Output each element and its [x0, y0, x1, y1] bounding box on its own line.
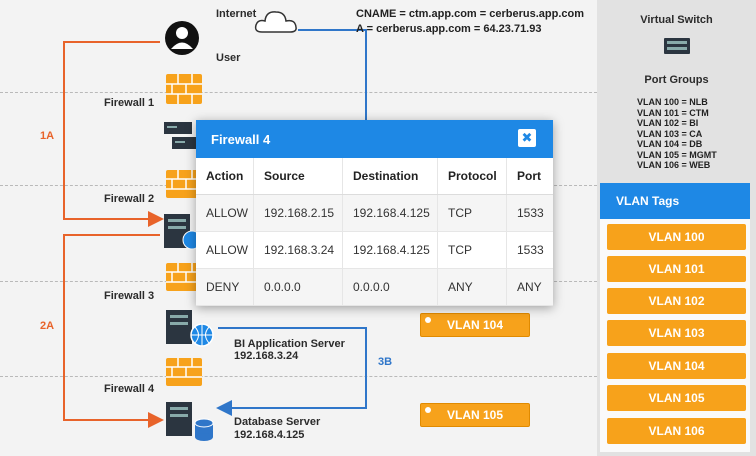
firewall-rules-table: Action Source Destination Protocol Port … [196, 158, 553, 306]
port-group-item: VLAN 101 = CTM [637, 107, 709, 118]
cell-action: DENY [196, 268, 254, 306]
vlan-tag-103[interactable]: VLAN 103 [607, 320, 746, 346]
firewall-rules-dialog: Firewall 4 ✖ Action Source Destination P… [196, 120, 553, 306]
cell-source: 192.168.2.15 [253, 194, 343, 232]
column-header-source: Source [253, 158, 343, 195]
table-row[interactable]: ALLOW 192.168.2.15 192.168.4.125 TCP 153… [196, 194, 553, 232]
cell-protocol: ANY [437, 268, 507, 306]
dialog-title: Firewall 4 [211, 132, 271, 147]
bi-app-server-name: BI Application Server [234, 338, 345, 350]
port-groups-list: VLAN 100 = NLB VLAN 101 = CTM VLAN 102 =… [637, 97, 717, 171]
vlan-tag-105[interactable]: VLAN 105 [607, 385, 746, 411]
firewall-3-label: Firewall 3 [104, 290, 155, 302]
cell-port: 1533 [506, 194, 553, 232]
dialog-header: Firewall 4 ✖ [196, 120, 553, 158]
database-server-ip: 192.168.4.125 [234, 429, 305, 441]
vlan-tag-102[interactable]: VLAN 102 [607, 288, 746, 314]
vlan-105-badge[interactable]: VLAN 105 [420, 403, 530, 427]
user-icon [165, 21, 199, 55]
badge-label: VLAN 105 [446, 408, 504, 422]
firewall-icon [166, 358, 202, 386]
cell-port: 1533 [506, 231, 553, 269]
table-header-row: Action Source Destination Protocol Port [196, 158, 553, 195]
column-header-destination: Destination [342, 158, 438, 195]
virtual-switch-title: Virtual Switch [640, 14, 713, 26]
table-row[interactable]: DENY 0.0.0.0 0.0.0.0 ANY ANY [196, 268, 553, 306]
vlan-tag-101[interactable]: VLAN 101 [607, 256, 746, 282]
vlan-tag-106[interactable]: VLAN 106 [607, 418, 746, 444]
badge-dot-icon [425, 317, 431, 323]
cell-source: 192.168.3.24 [253, 231, 343, 269]
dns-cname: CNAME = ctm.app.com = cerberus.app.com [356, 8, 585, 20]
internet-label: Internet [216, 8, 257, 20]
firewall-icon [166, 74, 202, 104]
firewall-2-label: Firewall 2 [104, 193, 155, 205]
database-server-icon [166, 402, 214, 441]
cell-protocol: TCP [437, 231, 507, 269]
port-group-item: VLAN 106 = WEB [637, 160, 711, 170]
table-row[interactable]: ALLOW 192.168.3.24 192.168.4.125 TCP 153… [196, 231, 553, 269]
bi-app-server-ip: 192.168.3.24 [234, 350, 299, 362]
port-group-item: VLAN 105 = MGMT [637, 149, 717, 160]
cell-action: ALLOW [196, 231, 254, 269]
database-server-name: Database Server [234, 416, 321, 428]
vlan-tag-100[interactable]: VLAN 100 [607, 224, 746, 250]
switch-icon [664, 38, 690, 54]
port-group-item: VLAN 103 = CA [637, 128, 703, 139]
firewall-1-label: Firewall 1 [104, 97, 155, 109]
cloud-icon [254, 11, 297, 33]
cell-action: ALLOW [196, 194, 254, 232]
bi-app-server-icon [166, 310, 214, 347]
path-label-3b: 3B [378, 356, 393, 368]
column-header-protocol: Protocol [437, 158, 507, 195]
column-header-port: Port [506, 158, 553, 195]
port-groups-title: Port Groups [644, 74, 709, 86]
badge-label: VLAN 104 [446, 318, 504, 332]
dns-a-record: A = cerberus.app.com = 64.23.71.93 [356, 23, 542, 35]
close-icon[interactable]: ✖ [518, 129, 536, 147]
cell-port: ANY [506, 268, 553, 306]
column-header-action: Action [196, 158, 254, 195]
firewall-4-label: Firewall 4 [104, 383, 155, 395]
port-group-item: VLAN 100 = NLB [637, 97, 708, 107]
path-label-1a: 1A [40, 130, 55, 142]
path-label-2a: 2A [40, 320, 55, 332]
user-label: User [216, 52, 241, 64]
internet-blue-line [298, 29, 367, 120]
vlan-tag-104[interactable]: VLAN 104 [607, 353, 746, 379]
web-server-icon [164, 214, 200, 250]
cell-source: 0.0.0.0 [253, 268, 343, 306]
port-group-item: VLAN 104 = DB [637, 139, 703, 149]
badge-dot-icon [425, 407, 431, 413]
vlan-tags-header: VLAN Tags [600, 183, 750, 219]
port-group-item: VLAN 102 = BI [637, 118, 699, 128]
cell-destination: 192.168.4.125 [342, 194, 438, 232]
vlan-104-badge[interactable]: VLAN 104 [420, 313, 530, 337]
cell-destination: 0.0.0.0 [342, 268, 438, 306]
cell-destination: 192.168.4.125 [342, 231, 438, 269]
cell-protocol: TCP [437, 194, 507, 232]
server-icon [164, 122, 200, 149]
